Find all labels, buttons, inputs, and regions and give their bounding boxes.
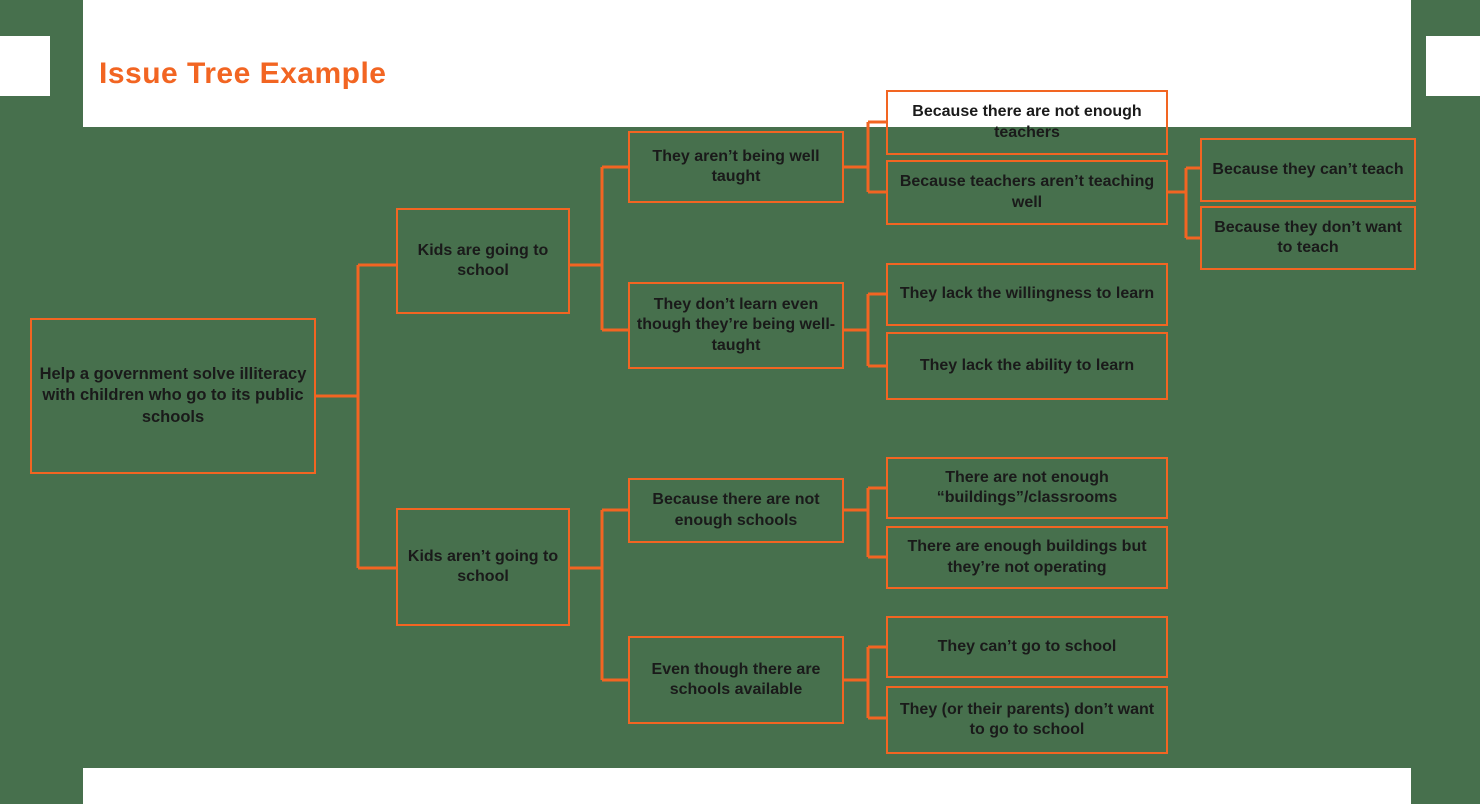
node-lack-willingness[interactable]: They lack the willingness to learn <box>886 263 1168 326</box>
node-teachers-not-teaching[interactable]: Because teachers aren’t teaching well <box>886 160 1168 225</box>
node-cant-go-to-school[interactable]: They can’t go to school <box>886 616 1168 678</box>
node-kids-not-going-label: Kids aren’t going to school <box>407 547 559 585</box>
node-kids-not-going[interactable]: Kids aren’t going to school <box>396 508 570 626</box>
node-dont-want-teach-label: Because they don’t want to teach <box>1214 218 1402 256</box>
node-dont-want-to-go-label: They (or their parents) don’t want to go… <box>899 700 1155 738</box>
node-cant-teach[interactable]: Because they can’t teach <box>1200 138 1416 202</box>
node-buildings-not-operating-label: There are enough buildings but they’re n… <box>907 538 1147 576</box>
node-kids-going[interactable]: Kids are going to school <box>396 208 570 314</box>
node-dont-learn[interactable]: They don’t learn even though they’re bei… <box>628 282 844 369</box>
node-dont-want-teach[interactable]: Because they don’t want to teach <box>1200 206 1416 270</box>
node-not-well-taught-label: They aren’t being well taught <box>652 147 820 185</box>
node-dont-want-to-go[interactable]: They (or their parents) don’t want to go… <box>886 686 1168 754</box>
node-not-enough-teachers[interactable]: Because there are not enough teachers <box>886 90 1168 155</box>
node-lack-ability[interactable]: They lack the ability to learn <box>886 332 1168 400</box>
page-title: Issue Tree Example <box>99 57 387 90</box>
node-not-well-taught[interactable]: They aren’t being well taught <box>628 131 844 203</box>
right-corner-panel <box>1426 36 1480 96</box>
node-teachers-not-teaching-label: Because teachers aren’t teaching well <box>899 173 1155 211</box>
left-corner-panel <box>0 36 50 96</box>
node-not-enough-buildings-label: There are not enough “buildings”/classro… <box>936 468 1118 506</box>
node-dont-learn-label: They don’t learn even though they’re bei… <box>636 295 836 354</box>
node-lack-willingness-label: They lack the willingness to learn <box>899 285 1155 303</box>
node-kids-going-label: Kids are going to school <box>417 241 549 279</box>
node-not-enough-teachers-label: Because there are not enough teachers <box>912 103 1142 141</box>
node-root-label: Help a government solve illiteracy with … <box>39 365 307 426</box>
node-schools-available[interactable]: Even though there are schools available <box>628 636 844 724</box>
node-buildings-not-operating[interactable]: There are enough buildings but they’re n… <box>886 526 1168 589</box>
node-cant-go-to-school-label: They can’t go to school <box>937 637 1117 655</box>
node-not-enough-schools[interactable]: Because there are not enough schools <box>628 478 844 543</box>
node-root[interactable]: Help a government solve illiteracy with … <box>30 318 316 474</box>
node-cant-teach-label: Because they can’t teach <box>1212 160 1404 178</box>
node-not-enough-schools-label: Because there are not enough schools <box>652 491 820 529</box>
node-not-enough-buildings[interactable]: There are not enough “buildings”/classro… <box>886 457 1168 519</box>
node-schools-available-label: Even though there are schools available <box>651 660 821 698</box>
footer-panel <box>83 768 1411 804</box>
node-lack-ability-label: They lack the ability to learn <box>919 356 1135 374</box>
